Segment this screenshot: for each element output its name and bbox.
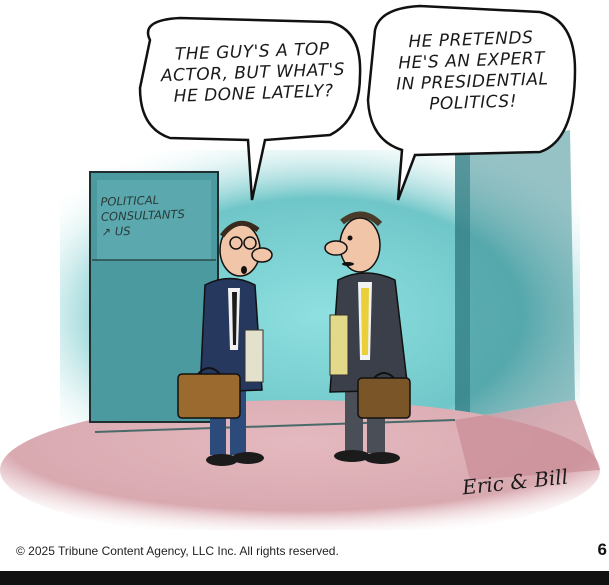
page-number: 6 bbox=[597, 540, 607, 559]
copyright-text: © 2025 Tribune Content Agency, LLC Inc. … bbox=[16, 544, 339, 558]
cartoon-panel: THE GUY'S A TOP ACTOR, BUT WHAT'S HE DON… bbox=[0, 0, 609, 530]
left-speech-text: THE GUY'S A TOP ACTOR, BUT WHAT'S HE DON… bbox=[160, 39, 346, 107]
right-speech-text: HE PRETENDS HE'S AN EXPERT IN PRESIDENTI… bbox=[395, 27, 549, 115]
bottom-edge-bar bbox=[0, 571, 609, 585]
door-sign: POLITICAL CONSULTANTS ↗ US bbox=[100, 192, 186, 239]
cartoon-frame: THE GUY'S A TOP ACTOR, BUT WHAT'S HE DON… bbox=[0, 0, 609, 585]
